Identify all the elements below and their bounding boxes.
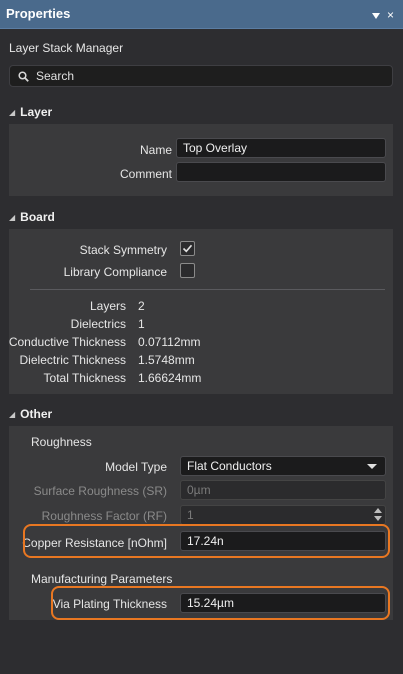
- library-compliance-label: Library Compliance: [63, 265, 167, 279]
- stat-value: 1.5748mm: [138, 353, 195, 367]
- search-placeholder: Search: [36, 69, 75, 83]
- comment-label: Comment: [119, 167, 172, 181]
- stat-label: Conductive Thickness: [8, 335, 126, 349]
- layer-section-panel: Name Top Overlay Comment: [9, 124, 393, 196]
- close-icon[interactable]: ×: [387, 9, 394, 21]
- model-type-value: Flat Conductors: [187, 459, 272, 473]
- roughness-factor-label: Roughness Factor (RF): [41, 509, 167, 523]
- collapse-triangle-icon: ◢: [9, 410, 16, 419]
- chevron-down-icon: [367, 464, 377, 469]
- other-section-header[interactable]: ◢ Other: [9, 407, 52, 421]
- checkmark-icon: [182, 244, 193, 253]
- pin-icon[interactable]: [371, 10, 381, 20]
- via-plating-highlight: [51, 586, 390, 620]
- search-icon: [18, 71, 29, 82]
- board-section-title: Board: [20, 210, 55, 224]
- stack-symmetry-label: Stack Symmetry: [79, 243, 167, 257]
- stat-value: 2: [138, 299, 145, 313]
- board-divider: [30, 289, 385, 290]
- panel-title: Properties: [6, 6, 71, 21]
- stat-label: Layers: [89, 299, 126, 313]
- name-field[interactable]: Top Overlay: [176, 138, 386, 158]
- roughness-heading: Roughness: [31, 435, 92, 449]
- search-input[interactable]: Search: [9, 65, 393, 87]
- panel-titlebar: Properties ×: [0, 0, 403, 29]
- stat-label: Total Thickness: [43, 371, 126, 385]
- model-type-select[interactable]: Flat Conductors: [180, 456, 386, 476]
- collapse-triangle-icon: ◢: [9, 108, 16, 117]
- stat-value: 1.66624mm: [138, 371, 202, 385]
- name-label: Name: [139, 143, 172, 157]
- stat-label: Dielectric Thickness: [19, 353, 126, 367]
- roughness-factor-field: 1: [180, 505, 386, 525]
- layer-section-header[interactable]: ◢ Layer: [9, 105, 52, 119]
- surface-roughness-label: Surface Roughness (SR): [33, 484, 167, 498]
- layer-section-title: Layer: [20, 105, 53, 119]
- collapse-triangle-icon: ◢: [9, 213, 16, 222]
- spinner-icon: [374, 507, 383, 523]
- panel-subtitle: Layer Stack Manager: [9, 41, 124, 55]
- surface-roughness-field: 0µm: [180, 480, 386, 500]
- manufacturing-parameters-heading: Manufacturing Parameters: [31, 572, 173, 586]
- board-section-header[interactable]: ◢ Board: [9, 210, 55, 224]
- comment-field[interactable]: [176, 162, 386, 182]
- stat-label: Dielectrics: [70, 317, 126, 331]
- roughness-factor-value: 1: [187, 508, 194, 522]
- library-compliance-checkbox[interactable]: [180, 263, 195, 278]
- stat-value: 1: [138, 317, 145, 331]
- other-section-title: Other: [20, 407, 53, 421]
- board-section-panel: Stack Symmetry Library Compliance Layers…: [9, 229, 393, 394]
- model-type-label: Model Type: [105, 460, 167, 474]
- stat-value: 0.07112mm: [138, 335, 201, 349]
- copper-resistance-highlight: [23, 524, 390, 558]
- stack-symmetry-checkbox[interactable]: [180, 241, 195, 256]
